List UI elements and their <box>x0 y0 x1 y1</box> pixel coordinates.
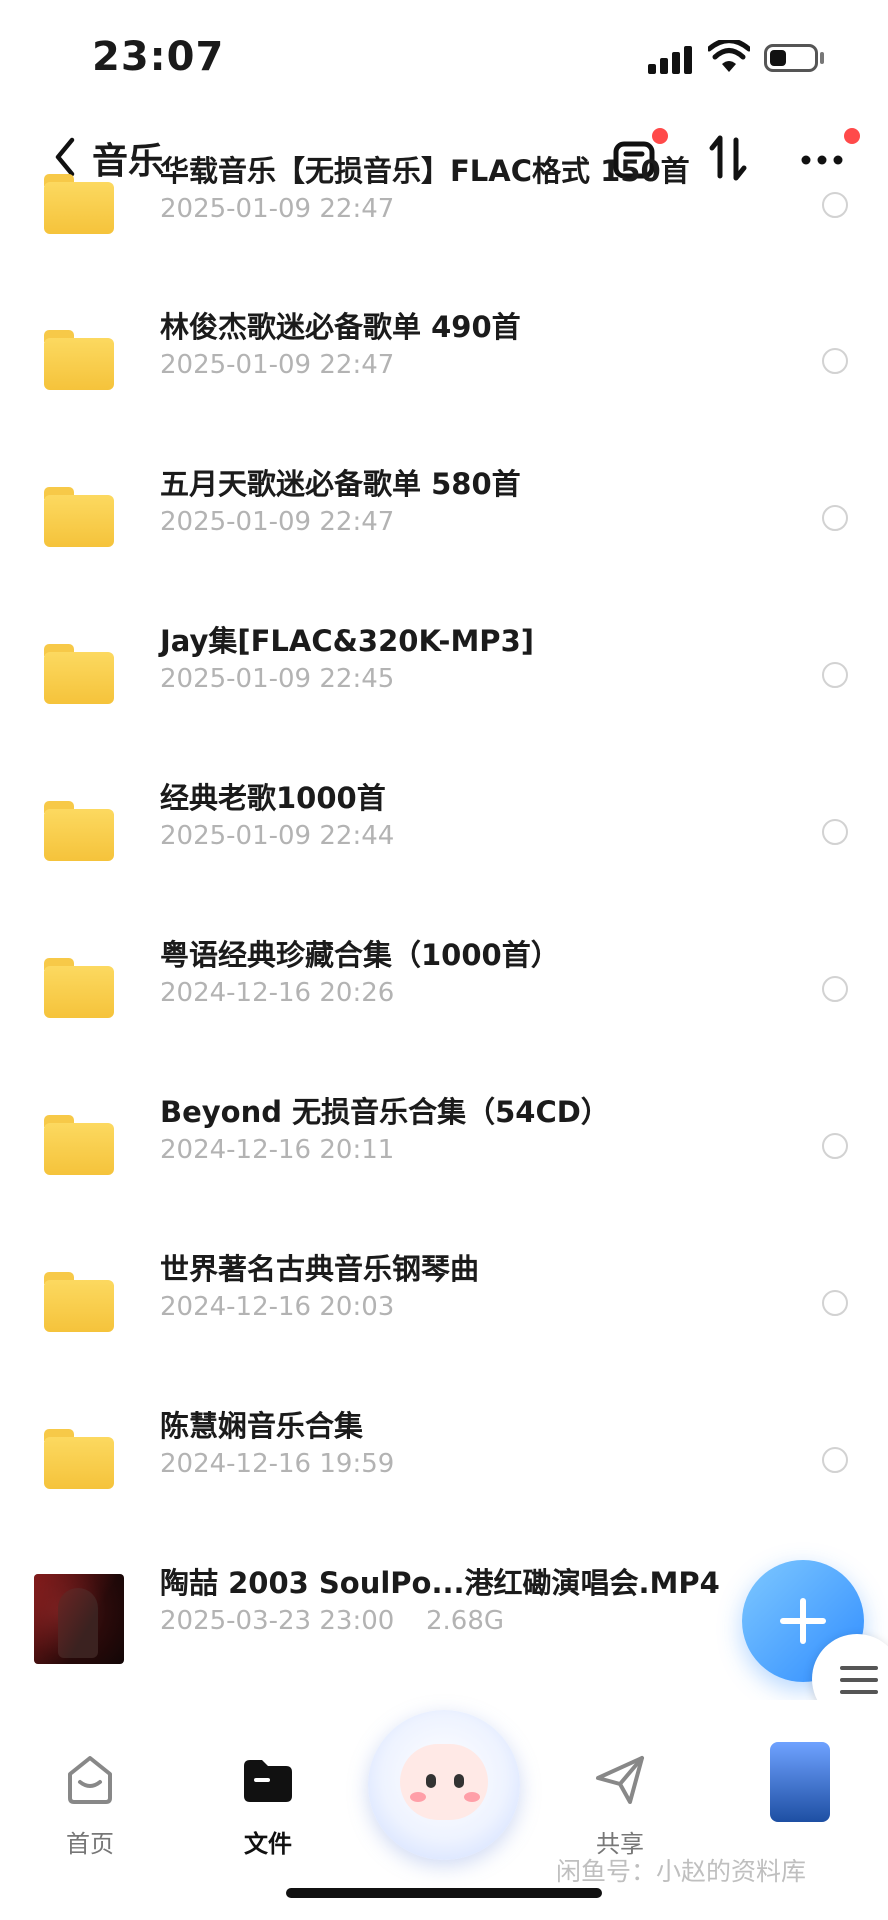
select-checkbox[interactable] <box>822 505 848 531</box>
list-item[interactable]: 林俊杰歌迷必备歌单 490首 2025-01-09 22:47 <box>0 296 888 452</box>
list-item[interactable]: 粤语经典珍藏合集（1000首） 2024-12-16 20:26 <box>0 924 888 1080</box>
status-time: 23:07 <box>92 34 225 80</box>
file-name: Beyond 无损音乐合集（54CD） <box>160 1095 610 1129</box>
select-checkbox[interactable] <box>822 976 848 1002</box>
status-bar: 23:07 <box>0 0 888 110</box>
file-date: 2025-01-09 22:47 <box>160 507 395 537</box>
folder-icon <box>44 487 114 547</box>
tab-share[interactable]: 共享 <box>560 1752 680 1862</box>
folder-icon <box>44 1429 114 1489</box>
file-date: 2025-01-09 22:45 <box>160 664 395 694</box>
folder-icon <box>44 330 114 390</box>
tab-home-label: 首页 <box>66 1830 114 1858</box>
home-indicator <box>286 1888 602 1898</box>
list-item[interactable]: 五月天歌迷必备歌单 580首 2025-01-09 22:47 <box>0 453 888 609</box>
battery-icon <box>764 44 818 72</box>
folder-icon <box>244 1760 292 1802</box>
file-date: 2024-12-16 20:03 <box>160 1292 395 1322</box>
file-date: 2024-12-16 19:59 <box>160 1449 395 1479</box>
file-name: 陈慧娴音乐合集 <box>160 1409 364 1443</box>
file-date: 2024-12-16 20:11 <box>160 1135 395 1165</box>
file-name: 五月天歌迷必备歌单 580首 <box>160 467 521 501</box>
folder-icon <box>44 1272 114 1332</box>
file-date: 2025-01-09 22:47 <box>160 194 395 224</box>
tab-files-label: 文件 <box>244 1830 292 1858</box>
watermark: 闲鱼号：小赵的资料库 <box>556 1857 807 1886</box>
list-item[interactable]: 陈慧娴音乐合集 2024-12-16 19:59 <box>0 1395 888 1551</box>
home-icon <box>68 1756 112 1804</box>
file-size: 2.68G <box>426 1606 505 1636</box>
file-name: Jay集[FLAC&320K-MP3] <box>160 624 534 658</box>
select-checkbox[interactable] <box>822 348 848 374</box>
share-icon <box>596 1756 644 1804</box>
select-checkbox[interactable] <box>822 819 848 845</box>
select-checkbox[interactable] <box>822 662 848 688</box>
list-item[interactable]: 华载音乐【无损音乐】FLAC格式 150首 2025-01-09 22:47 <box>0 140 888 296</box>
list-item[interactable]: Jay集[FLAC&320K-MP3] 2025-01-09 22:45 <box>0 610 888 766</box>
file-date: 2025-01-09 22:47 <box>160 350 395 380</box>
bottom-nav: 首页 文件 共享 闲鱼号：小赵的资料库 <box>0 1700 888 1920</box>
folder-icon <box>44 1115 114 1175</box>
file-date: 2025-01-09 22:44 <box>160 821 395 851</box>
video-thumbnail <box>34 1574 124 1664</box>
folder-icon <box>44 801 114 861</box>
avatar[interactable] <box>770 1742 830 1822</box>
folder-icon <box>44 958 114 1018</box>
file-name: 粤语经典珍藏合集（1000首） <box>160 938 560 972</box>
file-name: 林俊杰歌迷必备歌单 490首 <box>160 310 521 344</box>
folder-icon <box>44 174 114 234</box>
list-item[interactable]: Beyond 无损音乐合集（54CD） 2024-12-16 20:11 <box>0 1081 888 1237</box>
folder-icon <box>44 644 114 704</box>
list-item[interactable]: 经典老歌1000首 2025-01-09 22:44 <box>0 767 888 923</box>
tab-home[interactable]: 首页 <box>30 1752 150 1862</box>
list-item[interactable]: 世界著名古典音乐钢琴曲 2024-12-16 20:03 <box>0 1238 888 1394</box>
file-name: 经典老歌1000首 <box>160 781 386 815</box>
file-name: 华载音乐【无损音乐】FLAC格式 150首 <box>160 154 690 188</box>
select-checkbox[interactable] <box>822 1133 848 1159</box>
tab-files[interactable]: 文件 <box>208 1752 328 1862</box>
wifi-icon <box>708 40 750 72</box>
select-checkbox[interactable] <box>822 1290 848 1316</box>
file-date: 2025-03-23 23:00 <box>160 1606 395 1636</box>
file-date: 2024-12-16 20:26 <box>160 978 395 1008</box>
signal-icon <box>648 44 692 74</box>
file-name: 陶喆 2003 SoulPo...港红磡演唱会.MP4 <box>160 1566 720 1600</box>
select-checkbox[interactable] <box>822 192 848 218</box>
file-name: 世界著名古典音乐钢琴曲 <box>160 1252 480 1286</box>
assistant-mascot[interactable] <box>362 1700 526 1864</box>
select-checkbox[interactable] <box>822 1447 848 1473</box>
